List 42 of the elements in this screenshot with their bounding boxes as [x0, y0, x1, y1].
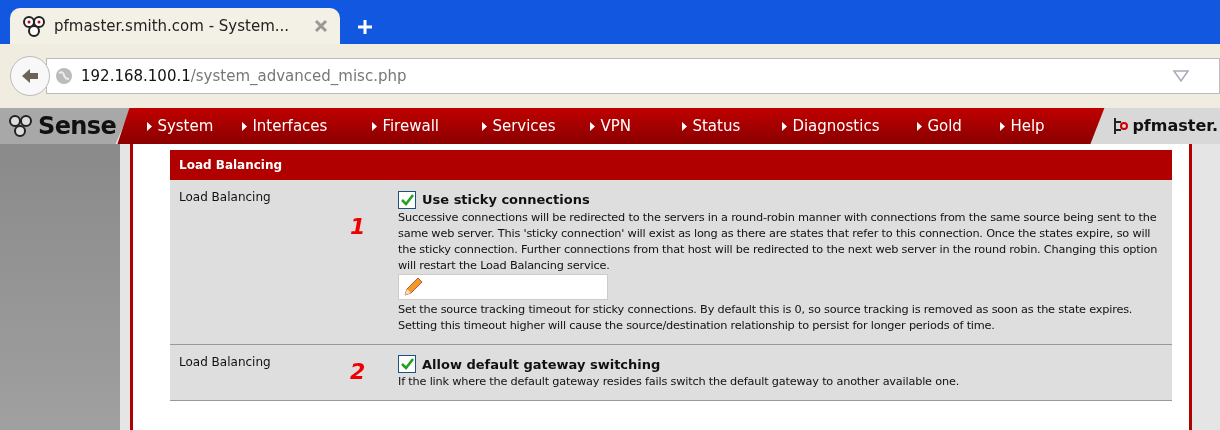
row-label: Load Balancing [178, 353, 272, 371]
caret-icon [147, 121, 153, 131]
option-description: If the link where the default gateway resides fails switch the default gateway to another available one. [398, 374, 961, 390]
back-button[interactable] [10, 56, 50, 96]
caret-icon [917, 121, 923, 131]
option-description: Successive connections will be redirected to the servers in a round-robin manner with connections from the same source being sent to the same web server. This 'sticky connection' will exist as long as there are states that refer to this connection. Once the states expire, so will the sticky connection. Further connections from that host will be redirected to the next web server in the round robin. Changing this option will restart the Load Balancing service. [398, 209, 1159, 274]
tab-title: pfmaster.smith.com - System... [54, 15, 290, 37]
logo-icon [22, 14, 46, 38]
caret-icon [482, 121, 488, 131]
new-tab-button[interactable] [356, 18, 374, 36]
menu-item[interactable]: System [147, 114, 243, 138]
menu-item[interactable]: Diagnostics [782, 114, 918, 138]
network-icon [1112, 117, 1129, 135]
timeout-input[interactable] [398, 273, 608, 300]
menu-item[interactable]: Help [1000, 114, 1091, 138]
option-label: Allow default gateway switching [422, 355, 661, 374]
checkbox[interactable] [398, 355, 416, 374]
browser-tab[interactable]: pfmaster.smith.com - System... [10, 8, 340, 44]
caret-icon [372, 121, 378, 131]
hostname: pfmaster. [1132, 115, 1218, 137]
caret-icon [682, 121, 688, 131]
row-label: Load Balancing [178, 189, 272, 206]
back-arrow-icon [20, 67, 40, 85]
annotation-number: 1 [350, 214, 366, 239]
address-field[interactable]: 192.168.100.1/system_advanced_misc.php [46, 58, 1220, 94]
globe-icon [55, 67, 73, 85]
menu-item[interactable]: VPN [590, 114, 683, 138]
menu-item[interactable]: Status [682, 114, 783, 138]
menu-item[interactable]: Interfaces [242, 114, 373, 138]
menu-item[interactable]: Services [482, 114, 591, 138]
checkbox[interactable] [398, 190, 416, 209]
menu-item[interactable]: Firewall [372, 114, 483, 138]
section-header: Load Balancing [170, 150, 1172, 180]
field-help: Set the source tracking timeout for sticky connections. By default this is 0, so source tracking is removed as soon as the state expires. Setting this timeout higher will cause the source/destination relationship to persist for longer periods of time. [398, 301, 1134, 334]
annotation-number: 2 [350, 358, 366, 384]
url-text: 192.168.100.1/system_advanced_misc.php [81, 65, 407, 87]
caret-icon [242, 121, 248, 131]
caret-icon [782, 121, 788, 131]
caret-icon [1000, 121, 1006, 131]
caret-icon [590, 121, 596, 131]
menu-item[interactable]: Gold [917, 114, 1001, 138]
option-label: Use sticky connections [422, 191, 590, 209]
